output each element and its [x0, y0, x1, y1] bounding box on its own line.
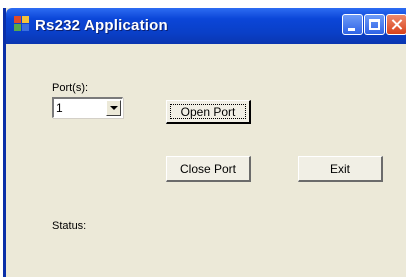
- exit-button[interactable]: Exit: [298, 156, 383, 182]
- port-select-value: 1: [56, 101, 63, 115]
- port-label: Port(s):: [52, 82, 89, 94]
- app-window-icon: [14, 16, 30, 32]
- status-label: Status:: [52, 220, 87, 232]
- port-select[interactable]: 1: [52, 97, 123, 118]
- close-port-button[interactable]: Close Port: [166, 156, 251, 182]
- application-window: Rs232 Application Port(s): 1 Open Port C…: [3, 8, 406, 277]
- title-bar[interactable]: Rs232 Application: [6, 8, 406, 44]
- close-button[interactable]: [386, 14, 406, 35]
- maximize-button[interactable]: [364, 14, 385, 35]
- focus-rectangle: [170, 104, 246, 119]
- close-port-label: Close Port: [179, 161, 237, 176]
- minimize-button[interactable]: [342, 14, 363, 35]
- window-title: Rs232 Application: [35, 17, 168, 34]
- open-port-button[interactable]: Open Port: [166, 100, 251, 124]
- dropdown-arrow-icon[interactable]: [106, 100, 121, 116]
- exit-label: Exit: [329, 161, 350, 176]
